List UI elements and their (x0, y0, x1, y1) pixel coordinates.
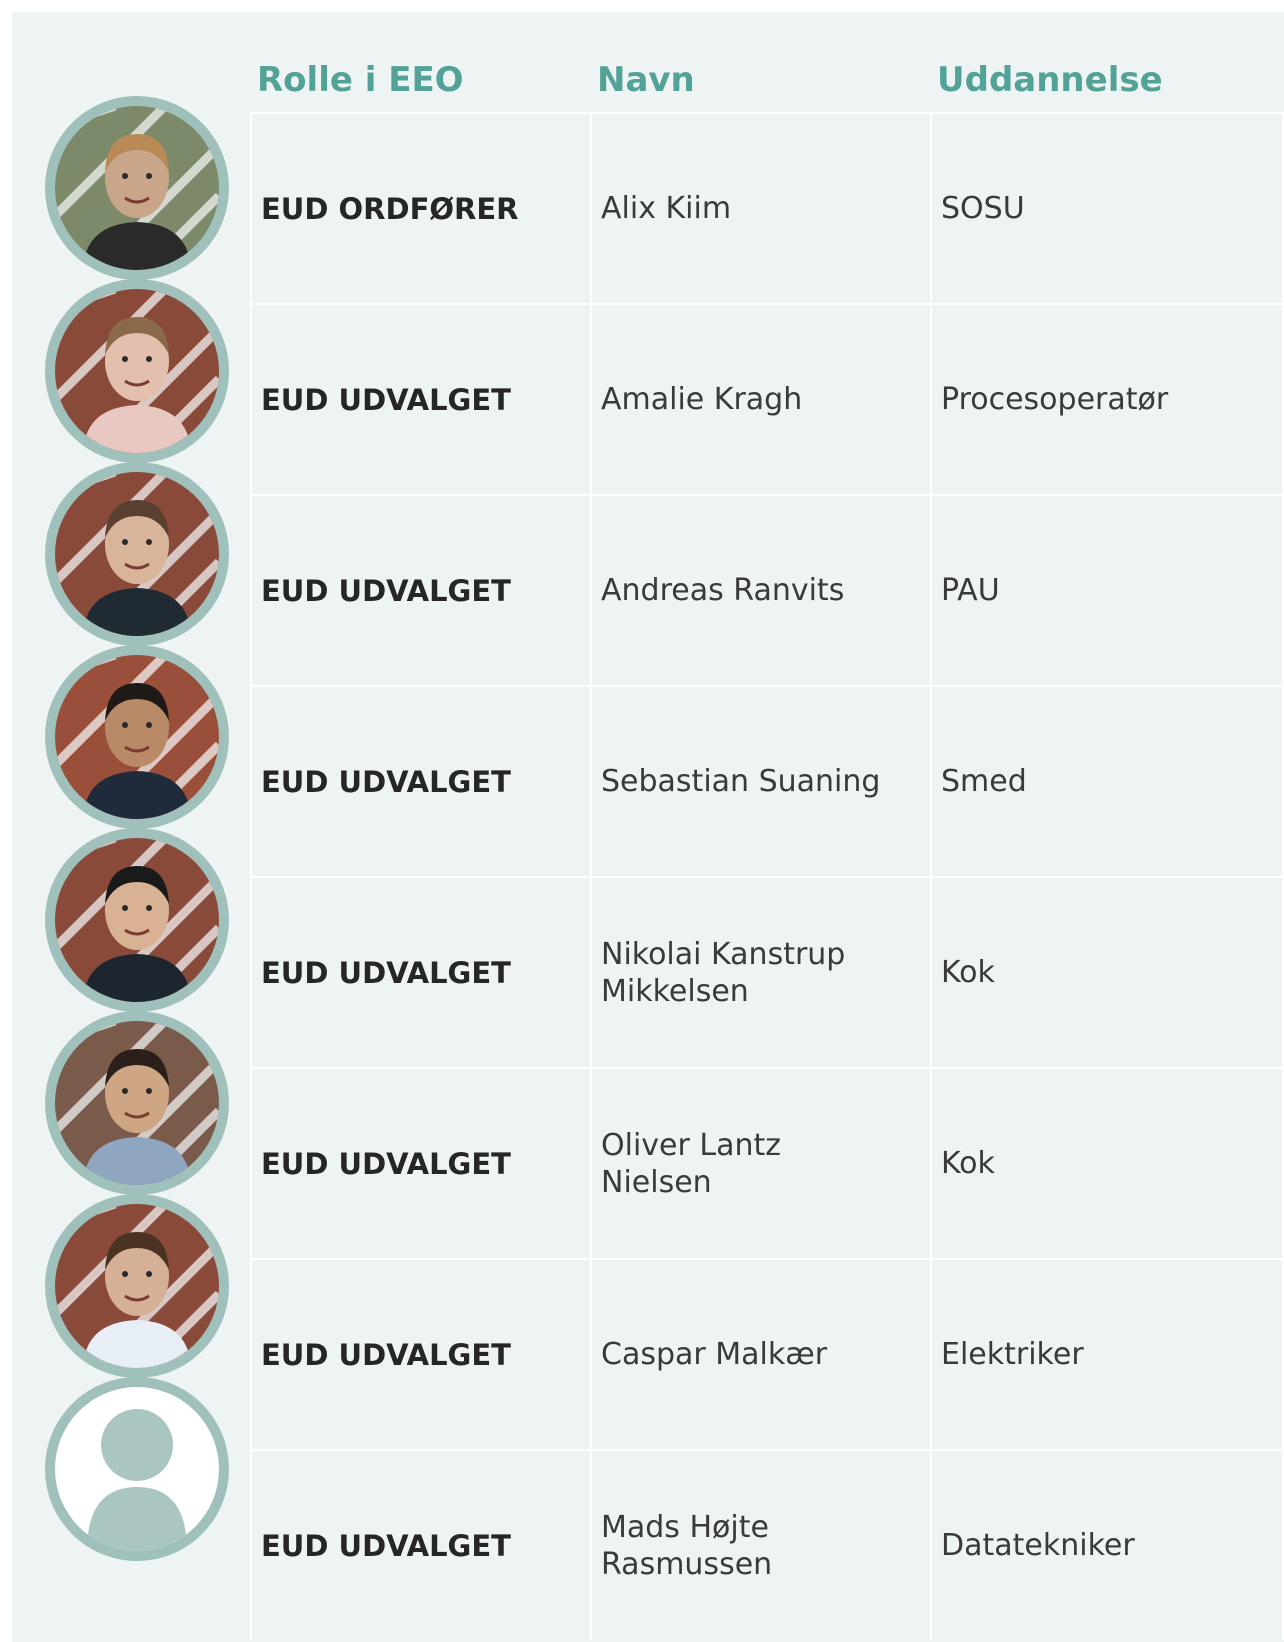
default-avatar-icon (45, 1377, 229, 1561)
name-cell: Amalie Kragh (590, 305, 930, 494)
role-text: EUD UDVALGET (261, 573, 511, 608)
member-photo (45, 462, 229, 646)
table-row: EUD UDVALGET Amalie Kragh Procesoperatør (250, 303, 1284, 494)
education-cell: Datatekniker (930, 1451, 1284, 1640)
header-name: Navn (597, 60, 695, 100)
education-cell: Kok (930, 1069, 1284, 1258)
portrait-icon (55, 655, 219, 819)
portrait-icon (55, 106, 219, 270)
header-role: Rolle i EEO (257, 60, 464, 100)
member-photo (45, 279, 229, 463)
role-cell: EUD UDVALGET (250, 687, 590, 876)
table-row: EUD UDVALGET Mads Højte Rasmussen Datate… (250, 1449, 1284, 1640)
role-text: EUD UDVALGET (261, 382, 511, 417)
role-cell: EUD UDVALGET (250, 1451, 590, 1640)
member-photo (45, 1011, 229, 1195)
name-cell: Mads Højte Rasmussen (590, 1451, 930, 1640)
role-cell: EUD UDVALGET (250, 305, 590, 494)
name-text: Amalie Kragh (601, 382, 803, 417)
portrait-icon (55, 1204, 219, 1368)
table-row: EUD UDVALGET Andreas Ranvits PAU (250, 494, 1284, 685)
portrait-icon (55, 472, 219, 636)
role-text: EUD UDVALGET (261, 1528, 511, 1563)
table-row: EUD UDVALGET Nikolai Kanstrup Mikkelsen … (250, 876, 1284, 1067)
education-text: SOSU (941, 191, 1025, 226)
education-text: Elektriker (941, 1337, 1084, 1372)
education-text: Procesoperatør (941, 382, 1169, 417)
header-education: Uddannelse (937, 60, 1163, 100)
name-text: Alix Kiim (601, 191, 732, 226)
role-text: EUD UDVALGET (261, 955, 511, 990)
role-text: EUD UDVALGET (261, 764, 511, 799)
member-photo (45, 828, 229, 1012)
role-text: EUD UDVALGET (261, 1337, 511, 1372)
role-text: EUD UDVALGET (261, 1146, 511, 1181)
role-cell: EUD ORDFØRER (250, 114, 590, 303)
education-text: PAU (941, 573, 1000, 608)
name-cell: Alix Kiim (590, 114, 930, 303)
role-cell: EUD UDVALGET (250, 1069, 590, 1258)
name-text: Andreas Ranvits (601, 573, 845, 608)
name-text: Nikolai Kanstrup Mikkelsen (601, 936, 846, 1009)
name-cell: Oliver Lantz Nielsen (590, 1069, 930, 1258)
name-text: Caspar Malkær (601, 1337, 828, 1372)
portrait-icon (55, 838, 219, 1002)
table-row: EUD ORDFØRER Alix Kiim SOSU (250, 112, 1284, 303)
name-cell: Nikolai Kanstrup Mikkelsen (590, 878, 930, 1067)
education-text: Kok (941, 1146, 995, 1181)
role-text: EUD ORDFØRER (261, 191, 519, 226)
education-cell: Smed (930, 687, 1284, 876)
education-text: Datatekniker (941, 1528, 1135, 1563)
name-text: Sebastian Suaning (601, 764, 881, 799)
table-row: EUD UDVALGET Caspar Malkær Elektriker (250, 1258, 1284, 1449)
education-cell: Elektriker (930, 1260, 1284, 1449)
portrait-icon (55, 289, 219, 453)
role-cell: EUD UDVALGET (250, 496, 590, 685)
person-silhouette-icon (55, 1387, 219, 1551)
role-cell: EUD UDVALGET (250, 1260, 590, 1449)
education-cell: Procesoperatør (930, 305, 1284, 494)
members-panel: Rolle i EEO Navn Uddannelse EUD ORDFØRER… (12, 12, 1284, 1642)
portrait-icon (55, 1021, 219, 1185)
name-text: Mads Højte Rasmussen (601, 1509, 773, 1582)
name-cell: Andreas Ranvits (590, 496, 930, 685)
role-cell: EUD UDVALGET (250, 878, 590, 1067)
members-table: EUD ORDFØRER Alix Kiim SOSU EUD UDVALGET… (250, 112, 1284, 1640)
education-cell: SOSU (930, 114, 1284, 303)
table-header: Rolle i EEO Navn Uddannelse (12, 60, 1284, 120)
member-photo (45, 645, 229, 829)
education-text: Smed (941, 764, 1027, 799)
name-cell: Caspar Malkær (590, 1260, 930, 1449)
education-cell: PAU (930, 496, 1284, 685)
education-text: Kok (941, 955, 995, 990)
table-row: EUD UDVALGET Oliver Lantz Nielsen Kok (250, 1067, 1284, 1258)
education-cell: Kok (930, 878, 1284, 1067)
member-photo (45, 96, 229, 280)
name-cell: Sebastian Suaning (590, 687, 930, 876)
member-photo (45, 1194, 229, 1378)
name-text: Oliver Lantz Nielsen (601, 1127, 781, 1200)
table-row: EUD UDVALGET Sebastian Suaning Smed (250, 685, 1284, 876)
